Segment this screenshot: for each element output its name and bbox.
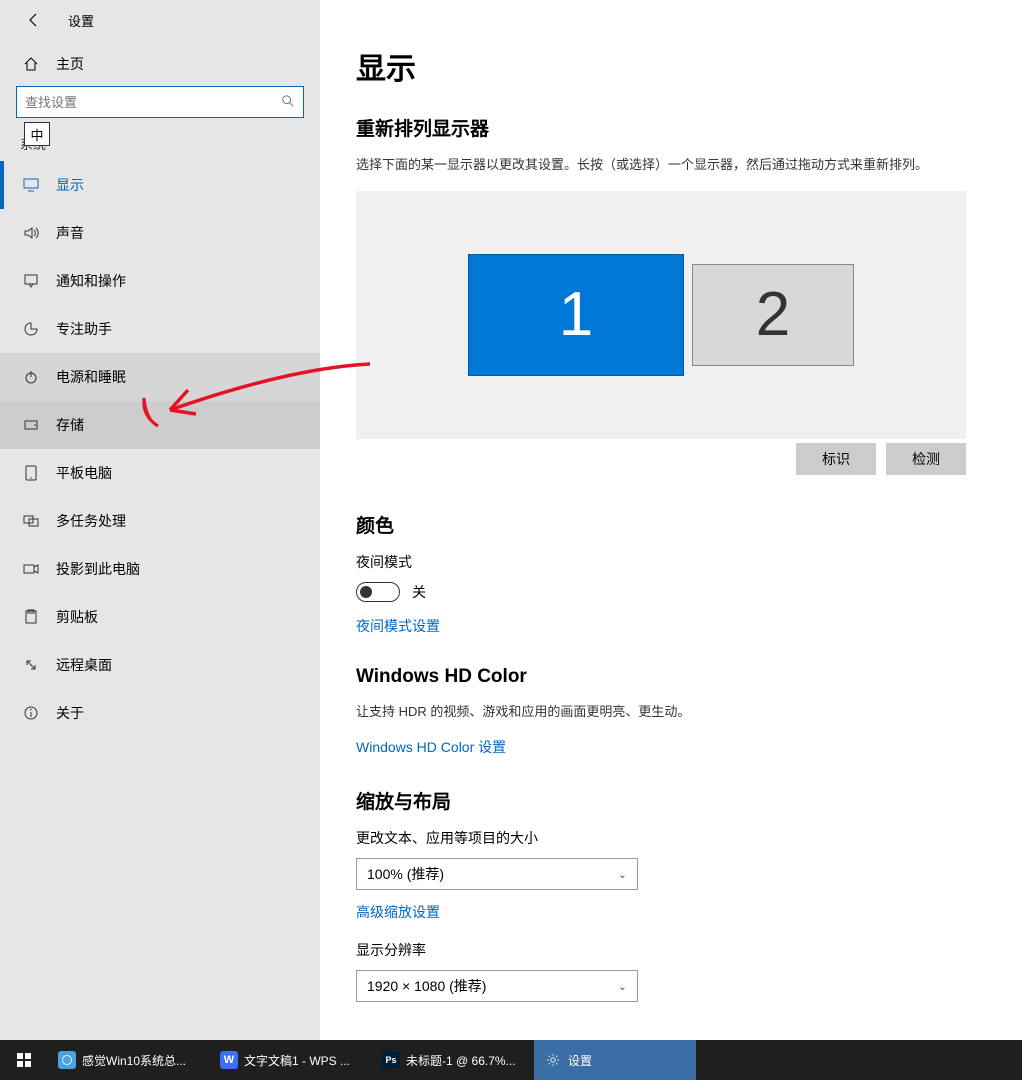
sidebar-item-6[interactable]: 平板电脑 [0, 449, 320, 497]
arrange-desc: 选择下面的某一显示器以更改其设置。长按（或选择）一个显示器，然后通过拖动方式来重… [356, 155, 986, 175]
sidebar-item-label: 声音 [56, 223, 84, 243]
taskbar-app-label: 设置 [568, 1052, 592, 1069]
monitor-2[interactable]: 2 [692, 264, 854, 366]
page-title: 显示 [356, 44, 986, 88]
sidebar-item-1[interactable]: 声音 [0, 209, 320, 257]
detect-button[interactable]: 检测 [886, 443, 966, 475]
text-size-dropdown[interactable]: 100% (推荐) ⌄ [356, 858, 638, 890]
hd-settings-link[interactable]: Windows HD Color 设置 [356, 737, 506, 757]
search-input[interactable] [16, 86, 304, 118]
resolution-label: 显示分辨率 [356, 940, 986, 960]
sidebar-item-label: 存储 [56, 415, 84, 435]
taskbar-app-icon: Ps [382, 1051, 400, 1069]
resolution-value: 1920 × 1080 (推荐) [367, 976, 486, 996]
display-icon [20, 177, 42, 193]
home-icon [20, 56, 42, 72]
sidebar-item-11[interactable]: 关于 [0, 689, 320, 737]
taskbar: 感觉Win10系统总... W 文字文稿1 - WPS ... Ps 未标题-1 @ 6… [0, 1040, 1022, 1080]
taskbar-app-3[interactable]: 设置 [534, 1040, 696, 1080]
start-button[interactable] [0, 1040, 48, 1080]
search-field[interactable] [25, 95, 281, 110]
sidebar-item-2[interactable]: 通知和操作 [0, 257, 320, 305]
tablet-icon [20, 465, 42, 481]
taskbar-app-0[interactable]: 感觉Win10系统总... [48, 1040, 210, 1080]
arrange-heading: 重新排列显示器 [356, 114, 986, 141]
sidebar-item-label: 平板电脑 [56, 463, 112, 483]
taskbar-app-icon [544, 1051, 562, 1069]
night-mode-label: 夜间模式 [356, 552, 986, 572]
advanced-scaling-link[interactable]: 高级缩放设置 [356, 902, 440, 922]
sidebar-item-0[interactable]: 显示 [0, 161, 320, 209]
clipboard-icon [20, 609, 42, 625]
night-mode-settings-link[interactable]: 夜间模式设置 [356, 616, 440, 636]
multitask-icon [20, 513, 42, 529]
focus-icon [20, 321, 42, 337]
home-button[interactable]: 主页 [0, 40, 320, 86]
sidebar-item-5[interactable]: 存储 [0, 401, 320, 449]
identify-button[interactable]: 标识 [796, 443, 876, 475]
chevron-down-icon: ⌄ [618, 868, 627, 881]
night-mode-toggle[interactable] [356, 582, 400, 602]
nav-list: 显示声音通知和操作专注助手电源和睡眠存储平板电脑多任务处理投影到此电脑剪贴板远程… [0, 161, 320, 1040]
notifications-icon [20, 273, 42, 289]
home-label: 主页 [56, 54, 84, 74]
taskbar-app-label: 文字文稿1 - WPS ... [244, 1052, 350, 1069]
taskbar-app-1[interactable]: W 文字文稿1 - WPS ... [210, 1040, 372, 1080]
taskbar-app-2[interactable]: Ps 未标题-1 @ 66.7%... [372, 1040, 534, 1080]
sidebar-item-label: 多任务处理 [56, 511, 126, 531]
content-area: 显示 重新排列显示器 选择下面的某一显示器以更改其设置。长按（或选择）一个显示器… [320, 0, 1022, 1040]
remote-icon [20, 657, 42, 673]
back-button[interactable] [18, 4, 50, 36]
sidebar-item-3[interactable]: 专注助手 [0, 305, 320, 353]
storage-icon [20, 417, 42, 433]
night-mode-state: 关 [412, 582, 426, 602]
sidebar: 设置 主页 中 系统 显示声音通知和操作专注助手电源和睡眠存储平板电脑多任务处理… [0, 0, 320, 1040]
taskbar-app-icon [58, 1051, 76, 1069]
scale-heading: 缩放与布局 [356, 787, 986, 814]
ime-badge[interactable]: 中 [24, 122, 50, 146]
sound-icon [20, 225, 42, 241]
sidebar-item-label: 远程桌面 [56, 655, 112, 675]
sidebar-item-7[interactable]: 多任务处理 [0, 497, 320, 545]
sidebar-item-label: 显示 [56, 175, 84, 195]
power-icon [20, 369, 42, 385]
hd-heading: Windows HD Color [356, 666, 986, 688]
sidebar-item-label: 电源和睡眠 [56, 367, 126, 387]
resolution-dropdown[interactable]: 1920 × 1080 (推荐) ⌄ [356, 970, 638, 1002]
text-size-label: 更改文本、应用等项目的大小 [356, 828, 986, 848]
about-icon [20, 705, 42, 721]
taskbar-app-label: 感觉Win10系统总... [82, 1052, 186, 1069]
sidebar-item-label: 通知和操作 [56, 271, 126, 291]
sidebar-item-10[interactable]: 远程桌面 [0, 641, 320, 689]
sidebar-item-label: 专注助手 [56, 319, 112, 339]
monitor-arrange-area[interactable]: 1 2 [356, 191, 966, 439]
text-size-value: 100% (推荐) [367, 864, 444, 884]
project-icon [20, 561, 42, 577]
hd-desc: 让支持 HDR 的视频、游戏和应用的画面更明亮、更生动。 [356, 702, 986, 722]
sidebar-item-label: 关于 [56, 703, 84, 723]
taskbar-app-icon: W [220, 1051, 238, 1069]
search-icon [281, 94, 295, 111]
sidebar-item-label: 剪贴板 [56, 607, 98, 627]
monitor-1[interactable]: 1 [468, 254, 684, 376]
sidebar-item-4[interactable]: 电源和睡眠 [0, 353, 320, 401]
color-heading: 颜色 [356, 511, 986, 538]
sidebar-item-8[interactable]: 投影到此电脑 [0, 545, 320, 593]
sidebar-item-9[interactable]: 剪贴板 [0, 593, 320, 641]
chevron-down-icon: ⌄ [618, 980, 627, 993]
sidebar-item-label: 投影到此电脑 [56, 559, 140, 579]
taskbar-app-label: 未标题-1 @ 66.7%... [406, 1052, 516, 1069]
window-title: 设置 [68, 11, 94, 30]
